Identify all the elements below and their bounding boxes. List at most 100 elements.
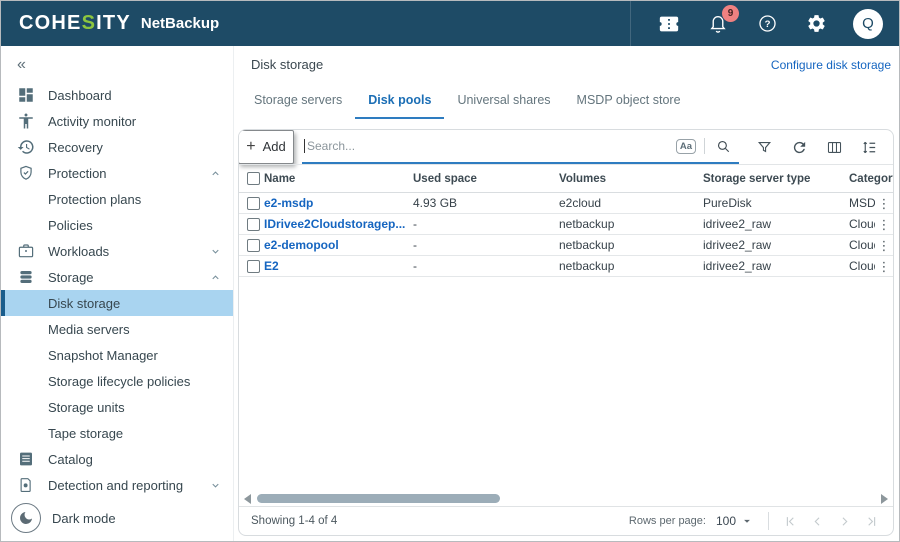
column-header-name[interactable]: Name [264, 173, 413, 185]
column-header-storage-server-type[interactable]: Storage server type [703, 173, 849, 185]
refresh-button[interactable] [789, 137, 809, 157]
disk-pool-link[interactable]: e2-msdp [264, 196, 313, 210]
sidebar-item-label: Catalog [48, 452, 93, 467]
row-checkbox[interactable] [247, 218, 260, 231]
add-button-label: Add [263, 139, 286, 154]
moon-icon [11, 503, 41, 533]
scroll-left-arrow[interactable] [244, 494, 251, 504]
dark-mode-label: Dark mode [52, 511, 116, 526]
scrollbar-track[interactable] [255, 494, 877, 503]
sidebar-item-protection-plans[interactable]: Protection plans [1, 186, 233, 212]
sidebar-item-protection[interactable]: Protection [1, 160, 233, 186]
tab-disk-pools[interactable]: Disk pools [355, 93, 444, 119]
sidebar-item-media-servers[interactable]: Media servers [1, 316, 233, 342]
search-field: Aa [302, 130, 739, 164]
dark-mode-toggle[interactable]: Dark mode [11, 503, 116, 533]
scrollbar-thumb[interactable] [257, 494, 500, 503]
gear-icon [806, 13, 827, 34]
sidebar-item-label: Disk storage [48, 296, 120, 311]
sidebar-item-activity-monitor[interactable]: Activity monitor [1, 108, 233, 134]
sidebar-item-storage-units[interactable]: Storage units [1, 394, 233, 420]
sidebar-item-label: Snapshot Manager [48, 348, 158, 363]
row-actions-kebab[interactable]: ⋮ [875, 218, 893, 231]
tab-bar: Storage servers Disk pools Universal sha… [241, 93, 899, 119]
sidebar-item-detection-and-reporting[interactable]: Detection and reporting [1, 472, 233, 498]
sidebar-item-storage-lifecycle-policies[interactable]: Storage lifecycle policies [1, 368, 233, 394]
settings-button[interactable] [804, 12, 828, 36]
sidebar-item-recovery[interactable]: Recovery [1, 134, 233, 160]
search-input[interactable] [305, 139, 676, 153]
first-page-button[interactable] [777, 511, 804, 531]
cell-volumes: netbackup [559, 217, 703, 231]
table-row: e2-msdp 4.93 GB e2cloud PureDisk MSDP ⋮ [239, 193, 893, 214]
body-row: « Dashboard Activity monitor Recovery Pr… [1, 46, 899, 541]
select-all-checkbox[interactable] [247, 172, 260, 185]
sidebar-nav: « Dashboard Activity monitor Recovery Pr… [1, 46, 234, 541]
cell-category: MSDP [849, 196, 875, 210]
top-header: COHESITY NetBackup 9 ? Q [1, 1, 899, 46]
horizontal-scrollbar [239, 491, 893, 506]
cell-category: Cloud [849, 217, 875, 231]
search-button[interactable] [713, 136, 733, 156]
disk-pools-card: + Add Aa [238, 129, 894, 536]
cell-used-space: - [413, 238, 559, 252]
row-actions-kebab[interactable]: ⋮ [875, 260, 893, 273]
sidebar-item-dashboard[interactable]: Dashboard [1, 82, 233, 108]
column-header-used-space[interactable]: Used space [413, 173, 559, 185]
columns-button[interactable] [824, 137, 844, 157]
storage-database-icon [17, 268, 35, 286]
sidebar-item-snapshot-manager[interactable]: Snapshot Manager [1, 342, 233, 368]
next-page-button[interactable] [831, 511, 858, 531]
table-footer: Showing 1-4 of 4 Rows per page: 100 [239, 506, 893, 535]
row-checkbox[interactable] [247, 239, 260, 252]
recovery-history-icon [17, 138, 35, 156]
help-button[interactable]: ? [755, 12, 779, 36]
sidebar-item-catalog[interactable]: Catalog [1, 446, 233, 472]
row-checkbox[interactable] [247, 260, 260, 273]
chevron-up-icon [210, 272, 221, 283]
sidebar-item-label: Media servers [48, 322, 130, 337]
scroll-right-arrow[interactable] [881, 494, 888, 504]
notification-badge: 9 [722, 5, 739, 22]
sidebar-item-policies[interactable]: Policies [1, 212, 233, 238]
cell-used-space: - [413, 217, 559, 231]
pagination-controls: Rows per page: 100 [629, 511, 885, 531]
row-checkbox[interactable] [247, 197, 260, 210]
notifications-button[interactable]: 9 [706, 12, 730, 36]
tab-universal-shares[interactable]: Universal shares [444, 93, 563, 119]
disk-pool-link[interactable]: E2 [264, 259, 279, 273]
logo-text-suffix: ITY [96, 12, 131, 34]
row-actions-kebab[interactable]: ⋮ [875, 197, 893, 210]
tab-storage-servers[interactable]: Storage servers [241, 93, 355, 119]
density-button[interactable] [859, 137, 879, 157]
row-actions-kebab[interactable]: ⋮ [875, 239, 893, 252]
disk-pool-link[interactable]: IDrivee2Cloudstoragep... [264, 217, 405, 231]
table-row: IDrivee2Cloudstoragep... - netbackup idr… [239, 214, 893, 235]
column-header-volumes[interactable]: Volumes [559, 173, 703, 185]
dropdown-caret-icon[interactable] [740, 514, 754, 528]
user-avatar[interactable]: Q [853, 9, 883, 39]
last-page-button[interactable] [858, 511, 885, 531]
rows-per-page-select[interactable]: 100 [716, 514, 736, 528]
column-header-category[interactable]: Category [849, 173, 893, 185]
match-case-toggle[interactable]: Aa [676, 139, 696, 154]
divider [768, 512, 769, 530]
logo-text-prefix: COHE [19, 12, 82, 34]
filter-button[interactable] [754, 137, 774, 157]
cell-storage-server-type: idrivee2_raw [703, 217, 849, 231]
tab-msdp-object-store[interactable]: MSDP object store [564, 93, 694, 119]
add-button[interactable]: + Add [238, 130, 294, 164]
previous-page-button[interactable] [804, 511, 831, 531]
sidebar-item-disk-storage[interactable]: Disk storage [1, 290, 233, 316]
sidebar-item-tape-storage[interactable]: Tape storage [1, 420, 233, 446]
license-ticket-icon[interactable] [657, 12, 681, 36]
sidebar-item-label: Activity monitor [48, 114, 136, 129]
table-empty-space [239, 277, 893, 491]
sidebar-item-storage[interactable]: Storage [1, 264, 233, 290]
sidebar-item-label: Detection and reporting [48, 478, 183, 493]
sidebar-item-label: Dashboard [48, 88, 112, 103]
sidebar-item-workloads[interactable]: Workloads [1, 238, 233, 264]
disk-pool-link[interactable]: e2-demopool [264, 238, 339, 252]
configure-disk-storage-link[interactable]: Configure disk storage [771, 58, 891, 72]
sidebar-collapse-button[interactable]: « [1, 52, 233, 82]
